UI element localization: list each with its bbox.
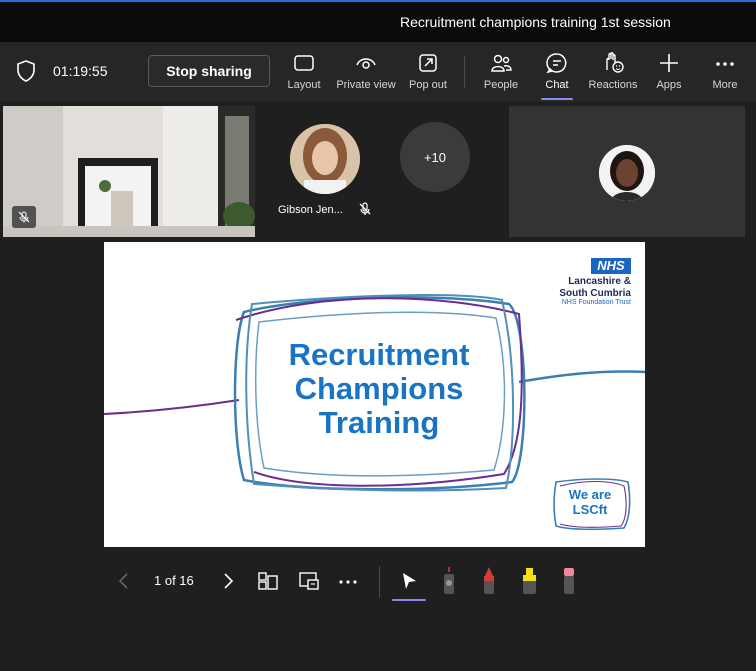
apps-button[interactable]: Apps xyxy=(637,50,701,98)
more-label: More xyxy=(712,79,738,91)
eraser-icon[interactable] xyxy=(558,566,580,596)
private-view-label: Private view xyxy=(336,79,396,91)
toolbar-divider xyxy=(464,56,465,88)
eye-icon xyxy=(356,58,376,69)
laser-pen-icon[interactable] xyxy=(438,566,460,596)
next-slide-icon[interactable] xyxy=(218,571,238,591)
nhs-logo: NHS xyxy=(591,258,631,274)
mic-off-icon xyxy=(18,211,30,223)
more-options-icon[interactable] xyxy=(337,570,359,592)
people-label: People xyxy=(483,79,519,91)
chat-button[interactable]: Chat xyxy=(525,50,589,100)
title-bar: Recruitment champions training 1st sessi… xyxy=(0,0,756,42)
we-are-line: LSCft xyxy=(572,502,608,517)
participant-video-tile[interactable] xyxy=(3,106,255,237)
layout-label: Layout xyxy=(287,79,321,91)
pointer-icon[interactable] xyxy=(398,570,420,592)
presenter-view-icon[interactable] xyxy=(298,570,320,592)
more-button[interactable]: More xyxy=(693,50,756,98)
pointer-active-indicator xyxy=(392,599,426,601)
pop-out-icon xyxy=(419,54,437,72)
participant-avatar-right xyxy=(599,145,655,201)
slide-title-line: Recruitment xyxy=(288,337,470,372)
layout-icon xyxy=(294,55,314,71)
participant-avatar xyxy=(290,124,360,194)
participant-tile-right[interactable] xyxy=(509,106,745,237)
mic-off-icon xyxy=(359,202,371,215)
org-name-line: Lancashire & xyxy=(568,276,631,287)
we-are-badge: We are LSCft xyxy=(552,479,628,527)
reactions-icon xyxy=(606,52,624,73)
participant-photo xyxy=(290,124,360,194)
participant-photo-right xyxy=(599,145,655,201)
chat-active-indicator xyxy=(541,98,573,100)
plus-icon xyxy=(660,54,678,72)
shared-slide: Recruitment Champions Training NHS Lanca… xyxy=(104,242,645,547)
chat-icon xyxy=(546,53,567,74)
muted-badge xyxy=(12,206,36,228)
org-subtitle: NHS Foundation Trust xyxy=(561,299,631,306)
more-participants-button[interactable]: +10 xyxy=(400,122,470,192)
video-feed xyxy=(3,106,255,237)
shield-icon[interactable] xyxy=(16,60,36,82)
meeting-title: Recruitment champions training 1st sessi… xyxy=(400,14,671,30)
red-pen-icon[interactable] xyxy=(478,566,500,596)
highlighter-icon[interactable] xyxy=(518,566,540,596)
pop-out-button[interactable]: Pop out xyxy=(396,50,460,98)
presenter-controls: 1 of 16 xyxy=(104,560,645,604)
stop-sharing-button[interactable]: Stop sharing xyxy=(148,55,270,87)
meeting-timer: 01:19:55 xyxy=(53,63,108,79)
controls-divider xyxy=(379,566,380,598)
slide-title-line: Training xyxy=(318,405,440,440)
people-icon xyxy=(491,54,512,72)
we-are-text: We are LSCft xyxy=(552,487,628,517)
people-button[interactable]: People xyxy=(469,50,533,98)
pop-out-label: Pop out xyxy=(409,79,447,91)
meeting-toolbar: 01:19:55 Stop sharing Layout Private vie… xyxy=(0,42,756,102)
we-are-line: We are xyxy=(568,487,612,502)
participant-tile[interactable]: Gibson Jen... xyxy=(272,106,382,237)
layout-button[interactable]: Layout xyxy=(272,50,336,98)
slide-grid-icon[interactable] xyxy=(257,570,279,592)
org-name: Lancashire & South Cumbria xyxy=(559,276,631,300)
more-icon xyxy=(716,62,734,66)
apps-label: Apps xyxy=(656,79,682,91)
slide-title: Recruitment Champions Training xyxy=(264,338,494,440)
reactions-label: Reactions xyxy=(588,79,638,91)
participant-name: Gibson Jen... xyxy=(278,204,343,216)
previous-slide-icon[interactable] xyxy=(114,571,134,591)
private-view-button[interactable]: Private view xyxy=(334,50,398,98)
slide-title-line: Champions xyxy=(294,371,464,406)
chat-label: Chat xyxy=(545,79,569,91)
reactions-button[interactable]: Reactions xyxy=(581,50,645,98)
page-indicator: 1 of 16 xyxy=(154,573,194,588)
